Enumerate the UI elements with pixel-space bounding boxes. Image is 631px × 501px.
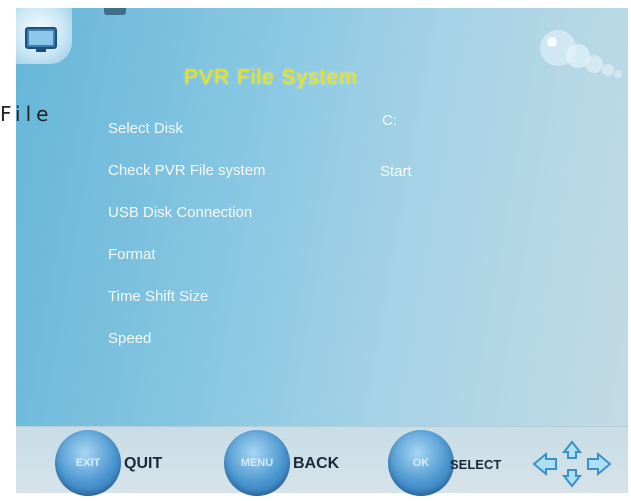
ok-key-label: OK (412, 457, 430, 469)
quit-label: QUIT (124, 455, 163, 472)
exit-button[interactable]: EXIT (55, 430, 121, 496)
navigation-arrows-icon (532, 440, 612, 493)
menu-key-label: MENU (240, 457, 274, 469)
bubbles-icon (536, 26, 626, 91)
menu-item-check-pvr-file-system[interactable]: Check PVR File system (108, 162, 266, 179)
menu-item-select-disk[interactable]: Select Disk (108, 120, 183, 137)
exit-key-label: EXIT (75, 457, 101, 469)
select-label: SELECT (450, 457, 502, 472)
menu-title: PVR File System (184, 66, 358, 89)
menu-screen: PVR File System Select Disk Check PVR Fi… (16, 8, 628, 426)
menu-item-usb-disk-connection[interactable]: USB Disk Connection (108, 204, 252, 221)
back-label: BACK (293, 455, 340, 472)
tv-icon (16, 8, 72, 64)
menu-item-speed[interactable]: Speed (108, 330, 151, 347)
ok-button[interactable]: OK (388, 430, 454, 496)
menu-item-time-shift-size[interactable]: Time Shift Size (108, 288, 208, 305)
side-label: File (0, 102, 54, 126)
menu-button[interactable]: MENU (224, 430, 290, 496)
select-disk-value[interactable]: C: (382, 112, 397, 129)
top-tab (104, 8, 126, 15)
menu-item-format[interactable]: Format (108, 246, 156, 263)
check-pvr-start-value[interactable]: Start (380, 163, 412, 180)
